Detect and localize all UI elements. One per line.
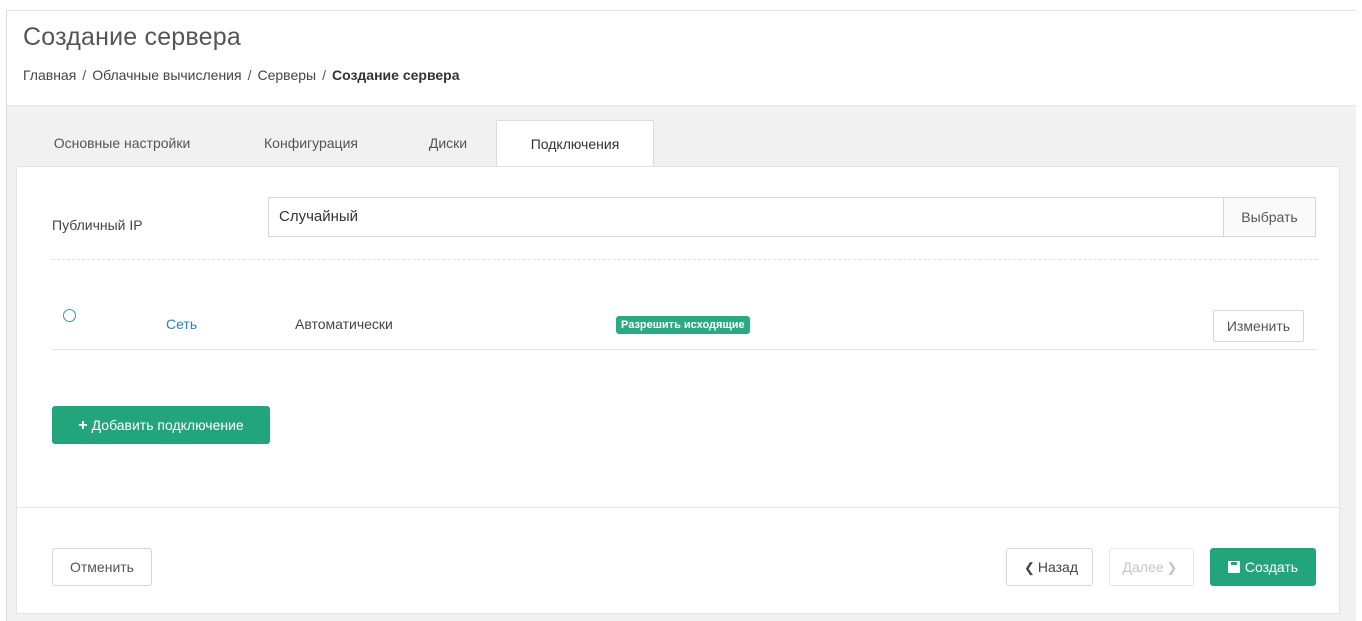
add-connection-label: Добавить подключение bbox=[91, 417, 244, 433]
save-icon bbox=[1227, 561, 1240, 573]
public-ip-label: Публичный IP bbox=[52, 217, 143, 233]
select-ip-button[interactable]: Выбрать bbox=[1223, 197, 1316, 237]
back-label: Назад bbox=[1037, 559, 1079, 575]
status-circle-icon bbox=[63, 309, 76, 322]
connection-row: Сеть Автоматически Разрешить исходящие И… bbox=[52, 292, 1317, 350]
create-label: Создать bbox=[1244, 559, 1299, 575]
divider bbox=[52, 259, 1317, 260]
chevron-left-icon: ❮ bbox=[1023, 560, 1035, 575]
network-link[interactable]: Сеть bbox=[166, 316, 197, 332]
add-connection-button[interactable]: + Добавить подключение bbox=[52, 406, 270, 444]
back-button[interactable]: ❮ Назад bbox=[1006, 548, 1093, 586]
breadcrumb-separator: / bbox=[82, 67, 87, 83]
breadcrumb-servers[interactable]: Серверы bbox=[257, 67, 316, 83]
breadcrumb-separator: / bbox=[322, 67, 326, 83]
chevron-right-icon: ❯ bbox=[1166, 560, 1178, 575]
edit-connection-button[interactable]: Изменить bbox=[1213, 310, 1304, 342]
page-header: Создание сервера Главная / Облачные вычисл… bbox=[7, 11, 1356, 106]
tab-bar: Основные настройки Конфигурация Диски По… bbox=[16, 120, 1350, 167]
breadcrumb-home[interactable]: Главная bbox=[23, 67, 76, 83]
tab-connections[interactable]: Подключения bbox=[496, 120, 654, 167]
address-mode: Автоматически bbox=[295, 316, 393, 332]
tab-configuration[interactable]: Конфигурация bbox=[244, 120, 378, 166]
cancel-button[interactable]: Отменить bbox=[52, 548, 152, 586]
breadcrumb-current: Создание сервера bbox=[331, 67, 460, 83]
tab-basic-settings[interactable]: Основные настройки bbox=[36, 120, 208, 166]
plus-icon: + bbox=[78, 417, 88, 434]
allow-outgoing-badge: Разрешить исходящие bbox=[616, 316, 750, 334]
connections-panel: Публичный IP Случайный Выбрать Сеть Авто… bbox=[16, 166, 1340, 508]
breadcrumb-separator: / bbox=[247, 67, 252, 83]
next-label: Далее bbox=[1122, 559, 1164, 575]
create-button[interactable]: Создать bbox=[1210, 548, 1316, 586]
breadcrumb: Главная / Облачные вычисления / Серверы / Созд… bbox=[23, 67, 460, 83]
public-ip-field[interactable]: Случайный bbox=[268, 197, 1224, 237]
breadcrumb-cloud[interactable]: Облачные вычисления bbox=[92, 67, 241, 83]
form-footer: Отменить ❮ Назад Далее ❯ Создать bbox=[16, 507, 1340, 614]
next-button[interactable]: Далее ❯ bbox=[1109, 548, 1194, 586]
tab-disks[interactable]: Диски bbox=[410, 120, 486, 166]
page-title: Создание сервера bbox=[23, 23, 241, 51]
